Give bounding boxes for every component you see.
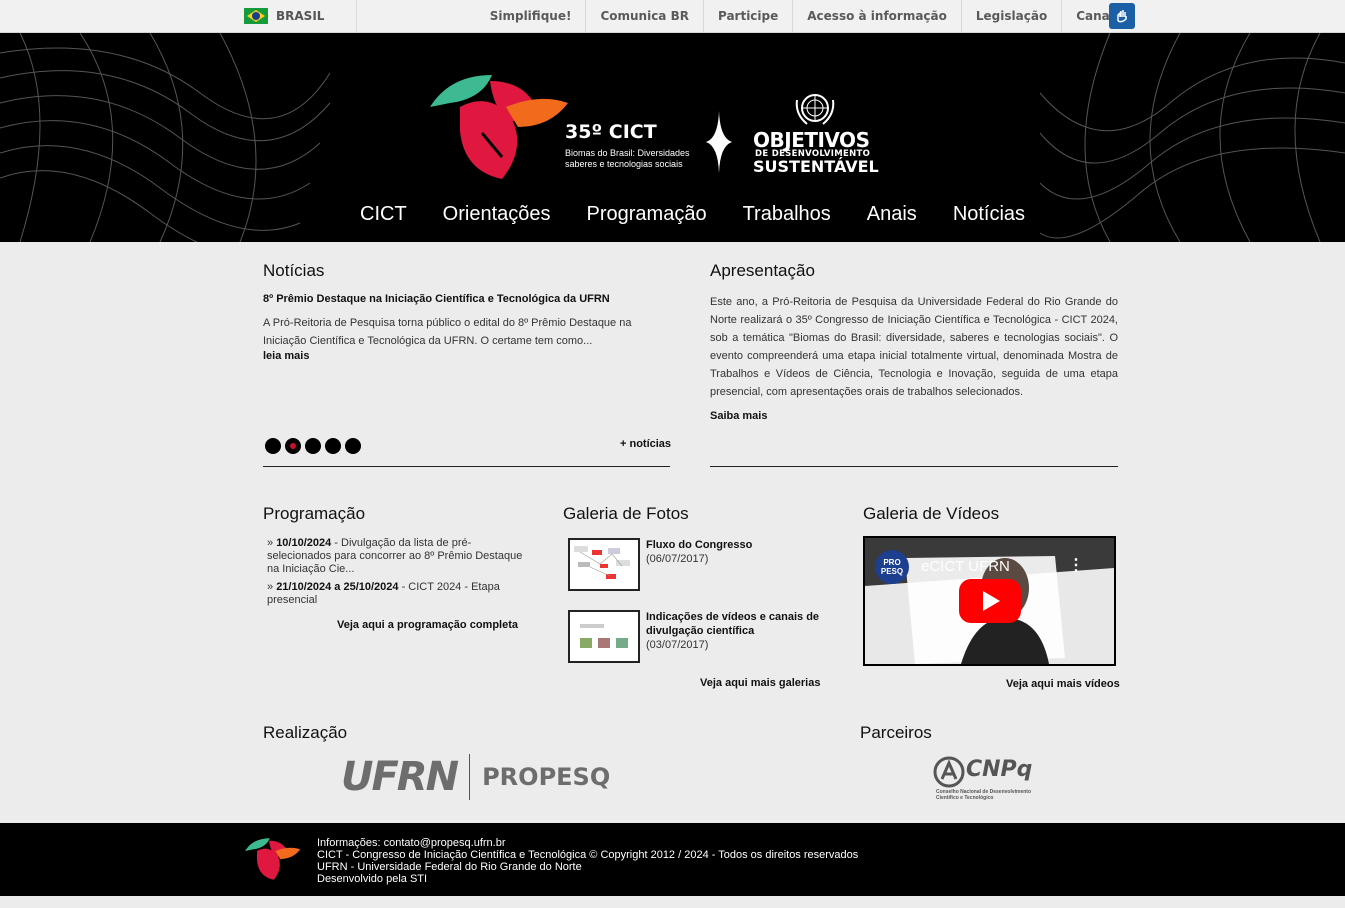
sparkle-divider-icon: [706, 111, 732, 173]
gov-link-simplifique[interactable]: Simplifique!: [476, 0, 586, 32]
schedule-item[interactable]: » 21/10/2024 a 25/10/2024 - CICT 2024 - …: [267, 581, 523, 607]
logo-divider: [469, 754, 471, 800]
ods-line-3: SUSTENTÁVEL: [753, 157, 879, 176]
gov-links: Simplifique! Comunica BR Participe Acess…: [476, 0, 1135, 32]
gov-link-participe[interactable]: Participe: [702, 0, 792, 32]
news-carousel-dots: [265, 438, 361, 454]
cict-bird-logo: [430, 75, 568, 179]
cnpq-logo-text: CNPq: [966, 757, 1033, 782]
ufrn-propesq-logo[interactable]: UFRN PROPESQ: [341, 753, 641, 801]
video-menu-icon[interactable]: ⋮: [1068, 558, 1084, 574]
nav-trabalhos[interactable]: Trabalhos: [725, 203, 849, 226]
footer-text: Informações: contato@propesq.ufrn.br CIC…: [317, 837, 858, 885]
schedule-item-date: 10/10/2024: [276, 537, 332, 549]
carousel-dot-3[interactable]: [305, 438, 321, 454]
more-galleries-link[interactable]: Veja aqui mais galerias: [700, 677, 820, 689]
gallery-item-title[interactable]: Indicações de vídeos e canais de divulga…: [646, 610, 823, 638]
presentation-divider: [710, 466, 1118, 467]
schedule-list: » 10/10/2024 - Divulgação da lista de pr…: [263, 537, 523, 607]
carousel-dot-2[interactable]: [285, 438, 301, 454]
nav-anais[interactable]: Anais: [849, 203, 935, 226]
more-videos-link[interactable]: Veja aqui mais vídeos: [1006, 678, 1120, 690]
gov-link-comunica[interactable]: Comunica BR: [585, 0, 703, 32]
carousel-dot-5[interactable]: [345, 438, 361, 454]
nav-cict[interactable]: CICT: [342, 203, 425, 226]
youtube-video-player[interactable]: PRO PESQ eCICT UFRN ⋮: [863, 536, 1116, 666]
brazil-flag-icon: [244, 8, 268, 24]
gallery-item-date: (03/07/2017): [646, 639, 709, 651]
gov-link-legislacao[interactable]: Legislação: [960, 0, 1061, 32]
partners-section: Parceiros CNPq Conselho Nacional de Dese…: [860, 723, 1032, 801]
photo-gallery-section: Galeria de Fotos Fluxo do Congresso (06/…: [563, 504, 823, 663]
main-nav: CICT Orientações Programação Trabalhos A…: [342, 203, 1043, 226]
gov-link-acesso[interactable]: Acesso à informação: [792, 0, 961, 32]
channel-badge-icon: PRO PESQ: [875, 550, 909, 584]
presentation-heading: Apresentação: [710, 261, 815, 280]
photo-gallery-heading: Galeria de Fotos: [563, 504, 689, 523]
gallery-item-title[interactable]: Fluxo do Congresso: [646, 538, 752, 552]
footer-line-ufrn: UFRN - Universidade Federal do Rio Grand…: [317, 861, 582, 873]
news-section: Notícias 8º Prêmio Destaque na Iniciação…: [263, 261, 670, 362]
schedule-section: Programação » 10/10/2024 - Divulgação da…: [263, 504, 523, 631]
footer-line-contact[interactable]: Informações: contato@propesq.ufrn.br: [317, 837, 858, 849]
presentation-more-link[interactable]: Saiba mais: [710, 410, 1118, 422]
schedule-item[interactable]: » 10/10/2024 - Divulgação da lista de pr…: [267, 537, 523, 576]
presentation-section: Apresentação Este ano, a Pró-Reitoria de…: [710, 261, 1118, 422]
nav-programacao[interactable]: Programação: [569, 203, 725, 226]
news-item-title[interactable]: 8º Prêmio Destaque na Iniciação Científi…: [263, 293, 670, 305]
propesq-logo-text: PROPESQ: [482, 763, 611, 791]
event-subtitle: Biomas do Brasil: Diversidades saberes e…: [565, 148, 690, 169]
gallery-info: Indicações de vídeos e canais de divulga…: [646, 610, 823, 663]
brasil-link[interactable]: BRASIL: [244, 0, 358, 32]
more-news-link[interactable]: + notícias: [620, 438, 671, 450]
schedule-heading: Programação: [263, 504, 366, 523]
footer-cict-logo: [245, 838, 301, 880]
un-emblem-icon: [795, 94, 835, 125]
gallery-thumbnail[interactable]: [568, 538, 640, 591]
gallery-thumbnail[interactable]: [568, 610, 640, 663]
partners-heading: Parceiros: [860, 723, 932, 742]
event-title: 35º CICT: [565, 121, 657, 143]
cnpq-logo[interactable]: CNPq Conselho Nacional de Desenvolviment…: [932, 755, 1052, 803]
video-gallery-heading: Galeria de Vídeos: [863, 504, 1000, 523]
bottom-strip: [0, 896, 1345, 908]
full-schedule-link[interactable]: Veja aqui a programação completa: [263, 619, 523, 631]
organizers-section: Realização UFRN PROPESQ: [263, 723, 610, 800]
nav-orientacoes[interactable]: Orientações: [425, 203, 569, 226]
video-title[interactable]: eCICT UFRN: [921, 558, 1010, 575]
cnpq-logo-subtitle: Conselho Nacional de Desenvolvimento Cie…: [936, 789, 1032, 801]
presentation-body: Este ano, a Pró-Reitoria de Pesquisa da …: [710, 296, 1118, 398]
carousel-dot-4[interactable]: [325, 438, 341, 454]
channel-badge-text: PRO PESQ: [880, 558, 904, 576]
nav-noticias[interactable]: Notícias: [935, 203, 1043, 226]
video-gallery-section: Galeria de Vídeos PRO PESQ eCICT UFRN ⋮: [863, 504, 1118, 666]
news-item-body: A Pró-Reitoria de Pesquisa torna público…: [263, 317, 632, 347]
gallery-item[interactable]: Fluxo do Congresso (06/07/2017): [568, 538, 823, 591]
ufrn-logo-text: UFRN: [341, 754, 459, 800]
gov-bar: BRASIL Simplifique! Comunica BR Particip…: [0, 0, 1345, 33]
news-heading: Notícias: [263, 261, 325, 280]
site-header: 35º CICT Biomas do Brasil: Diversidades …: [0, 33, 1345, 242]
carousel-dot-1[interactable]: [265, 438, 281, 454]
footer-line-copyright: CICT - Congresso de Iniciação Científica…: [317, 849, 859, 861]
gallery-info: Fluxo do Congresso (06/07/2017): [646, 538, 752, 591]
footer-line-developer: Desenvolvido pela STI: [317, 873, 428, 885]
cnpq-emblem-icon: [933, 756, 965, 788]
youtube-play-icon[interactable]: [959, 579, 1021, 623]
brasil-label: BRASIL: [276, 9, 325, 23]
gallery-item[interactable]: Indicações de vídeos e canais de divulga…: [568, 610, 823, 663]
news-read-more-link[interactable]: leia mais: [263, 350, 670, 362]
gallery-item-date: (06/07/2017): [646, 553, 709, 565]
organizers-heading: Realização: [263, 723, 348, 742]
news-divider: [263, 466, 670, 467]
site-footer: Informações: contato@propesq.ufrn.br CIC…: [0, 823, 1345, 896]
schedule-item-date: 21/10/2024 a 25/10/2024: [276, 581, 399, 593]
vlibras-accessibility-icon[interactable]: [1109, 3, 1135, 29]
